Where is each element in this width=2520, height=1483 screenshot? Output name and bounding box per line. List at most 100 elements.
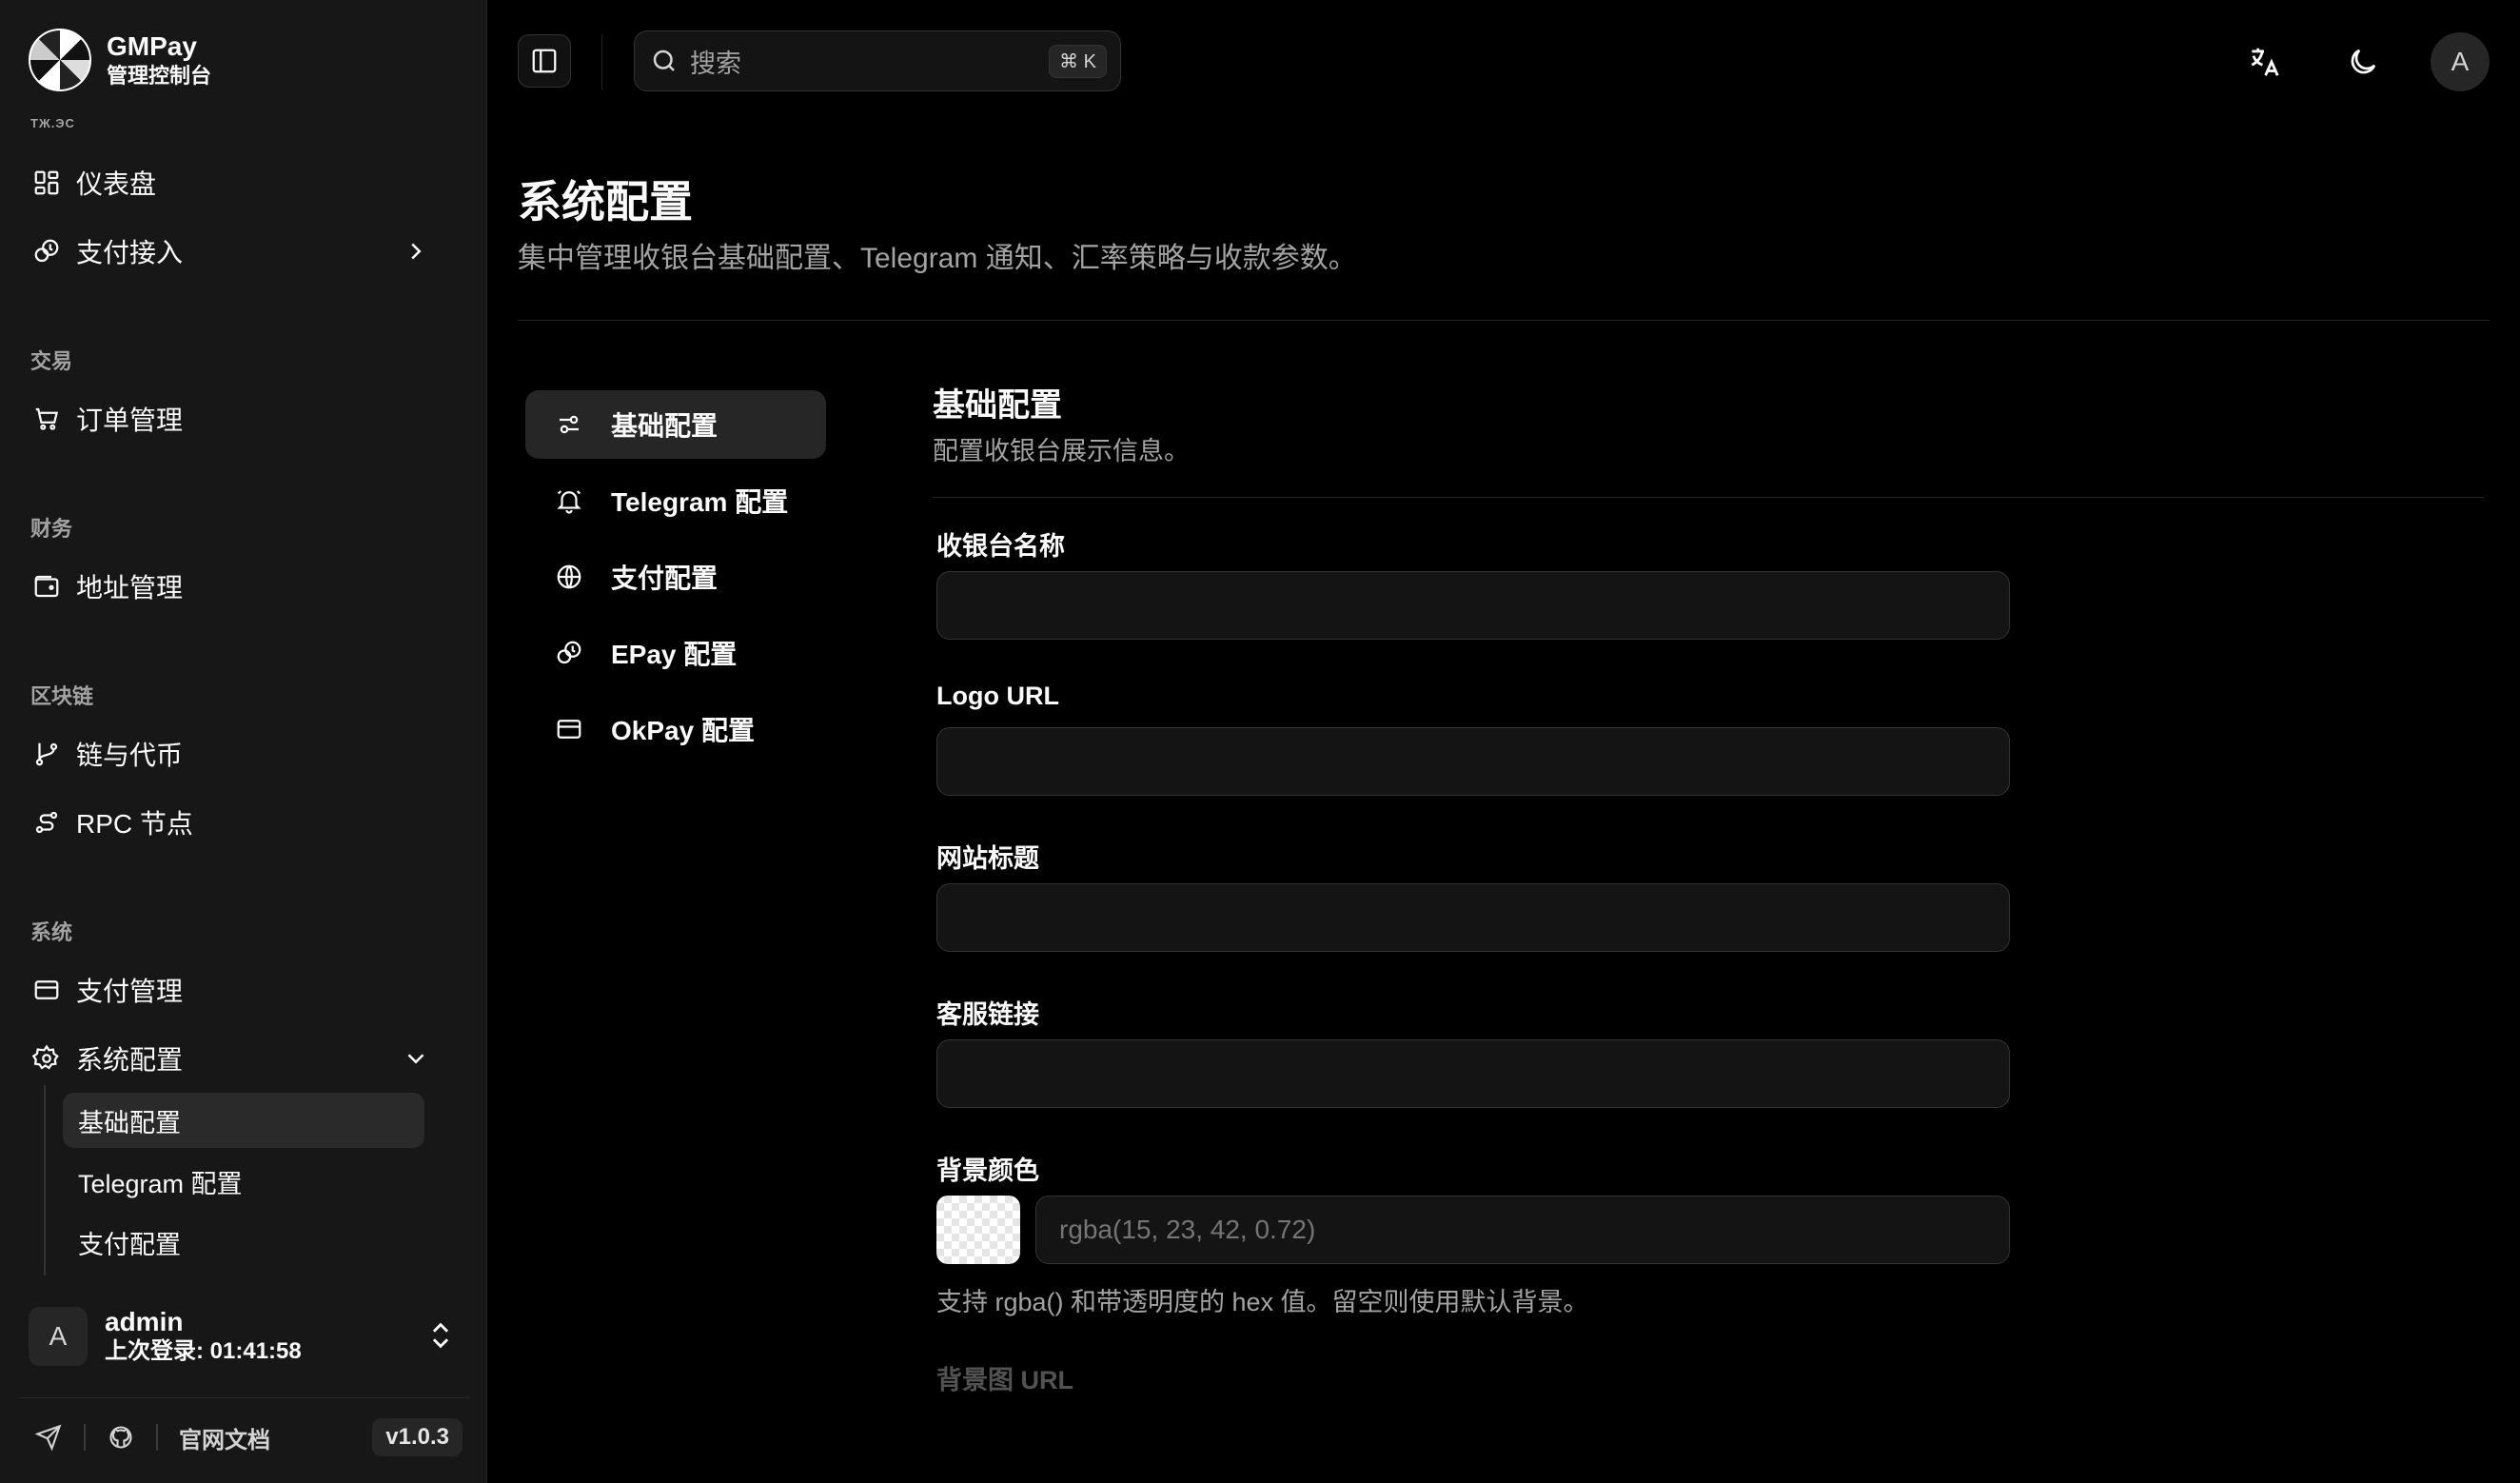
dashboard-icon xyxy=(30,167,63,199)
gear-icon xyxy=(30,1042,63,1075)
support-link-input[interactable] xyxy=(936,1039,2010,1108)
header-avatar[interactable]: A xyxy=(2431,32,2490,91)
logo-url-input[interactable] xyxy=(936,727,2010,796)
config-tab-label: OkPay 配置 xyxy=(611,716,755,745)
config-tab-payment[interactable]: 支付配置 xyxy=(525,543,826,611)
chevron-right-icon xyxy=(411,243,422,260)
color-swatch[interactable] xyxy=(936,1196,1020,1264)
theme-toggle-button[interactable] xyxy=(2337,36,2389,88)
group-label-trade: 交易 xyxy=(30,349,73,373)
sidebar-item-payment-access[interactable]: 支付接入 xyxy=(27,223,461,280)
page-description: 集中管理收银台基础配置、Telegram 通知、汇率策略与收款参数。 xyxy=(518,243,1357,274)
sidebar-item-label: RPC 节点 xyxy=(76,809,193,839)
bg-color-label: 背景颜色 xyxy=(936,1157,1039,1185)
sidebar-item-rpc[interactable]: RPC 节点 xyxy=(27,794,461,851)
config-tab-basic[interactable]: 基础配置 xyxy=(525,390,826,459)
card-icon xyxy=(30,974,63,1006)
cashier-name-label: 收银台名称 xyxy=(936,532,1065,561)
config-tab-label: Telegram 配置 xyxy=(611,487,789,517)
bg-color-hint: 支持 rgba() 和带透明度的 hex 值。留空则使用默认背景。 xyxy=(936,1288,1589,1316)
config-tab-okpay[interactable]: OkPay 配置 xyxy=(525,695,826,763)
chevrons-up-down-icon xyxy=(432,1322,449,1349)
card-icon xyxy=(554,714,584,744)
group-label-finance: 财务 xyxy=(30,517,73,541)
sidebar-item-dashboard[interactable]: 仪表盘 xyxy=(27,154,461,211)
sidebar-subitem-payment[interactable]: 支付配置 xyxy=(63,1215,424,1270)
cashier-name-input[interactable] xyxy=(936,571,2010,640)
logo-url-label: Logo URL xyxy=(936,682,1059,710)
sidebar-item-label: 订单管理 xyxy=(76,405,184,435)
config-tab-telegram[interactable]: Telegram 配置 xyxy=(525,466,826,535)
site-title-label: 网站标题 xyxy=(936,844,1039,873)
support-link-label: 客服链接 xyxy=(936,1000,1039,1029)
panel-left-icon xyxy=(532,49,557,73)
bell-icon xyxy=(554,485,584,516)
globe-icon xyxy=(554,562,584,592)
bg-image-url-label: 背景图 URL xyxy=(936,1366,1073,1394)
sidebar-item-label: 链与代币 xyxy=(76,741,184,770)
page-title: 系统配置 xyxy=(518,177,693,227)
group-label-system: 系统 xyxy=(30,920,73,944)
sliders-icon xyxy=(554,409,584,440)
sidebar-item-label: 系统配置 xyxy=(76,1045,184,1075)
sidebar-item-addresses[interactable]: 地址管理 xyxy=(27,558,461,615)
page-divider xyxy=(518,320,2490,321)
git-branch-icon xyxy=(30,738,63,770)
user-menu[interactable]: A admin 上次登录: 01:41:58 xyxy=(29,1302,466,1371)
brand[interactable]: GMPay 管理控制台 xyxy=(29,29,211,91)
config-tab-label: EPay 配置 xyxy=(611,640,738,669)
brand-text: GMPay 管理控制台 xyxy=(107,30,211,89)
sidebar: GMPay 管理控制台 TЖ.ЭС 仪表盘 支付接入 交易 订单管理 财务 地址… xyxy=(0,0,487,1483)
docs-link[interactable]: 官网文档 xyxy=(179,1421,270,1454)
sidebar-item-label: 仪表盘 xyxy=(76,169,157,199)
cart-icon xyxy=(30,403,63,435)
footer-divider xyxy=(19,1397,470,1398)
sidebar-item-chains[interactable]: 链与代币 xyxy=(27,725,461,782)
last-login: 上次登录: 01:41:58 xyxy=(105,1338,302,1364)
coins-icon xyxy=(30,235,63,267)
sidebar-item-label: 支付管理 xyxy=(76,977,184,1006)
config-tab-label: 支付配置 xyxy=(611,564,719,593)
user-name: admin xyxy=(105,1307,184,1336)
sidebar-subitem-basic[interactable]: 基础配置 xyxy=(63,1093,424,1148)
chevron-down-icon xyxy=(407,1054,424,1064)
config-tab-label: 基础配置 xyxy=(611,411,719,441)
avatar: A xyxy=(29,1307,88,1366)
language-button[interactable] xyxy=(2238,36,2290,88)
search-placeholder: 搜索 xyxy=(690,49,741,78)
divider xyxy=(156,1424,158,1451)
header-divider xyxy=(601,34,602,89)
search-icon xyxy=(653,49,675,71)
sidebar-footer: 官网文档 v1.0.3 xyxy=(34,1414,463,1460)
send-icon[interactable] xyxy=(34,1423,63,1452)
sidebar-item-label: 地址管理 xyxy=(76,573,184,603)
sidebar-item-orders[interactable]: 订单管理 xyxy=(27,390,461,447)
github-icon[interactable] xyxy=(107,1423,135,1452)
bg-color-input[interactable] xyxy=(1035,1196,2010,1264)
version-badge: v1.0.3 xyxy=(372,1418,463,1456)
section-divider xyxy=(933,497,2484,498)
search-shortcut: ⌘ K xyxy=(1049,44,1107,78)
group-label-blockchain: 区块链 xyxy=(30,684,94,708)
moon-icon xyxy=(2351,49,2376,74)
search-input[interactable]: 搜索 ⌘ K xyxy=(634,30,1121,91)
brand-logo xyxy=(29,29,91,91)
wallet-icon xyxy=(30,570,63,603)
user-meta: admin 上次登录: 01:41:58 xyxy=(105,1307,302,1366)
sidebar-toggle-button[interactable] xyxy=(518,34,571,88)
sidebar-item-label: 支付接入 xyxy=(76,238,184,267)
sidebar-subitem-telegram[interactable]: Telegram 配置 xyxy=(63,1154,424,1209)
section-description: 配置收银台展示信息。 xyxy=(933,437,1190,465)
brand-subtitle: 管理控制台 xyxy=(107,64,212,88)
submenu-rail xyxy=(44,1085,46,1275)
site-title-input[interactable] xyxy=(936,883,2010,952)
sidebar-item-payment-management[interactable]: 支付管理 xyxy=(27,961,461,1018)
clipped-group-label: TЖ.ЭС xyxy=(30,116,75,130)
divider xyxy=(84,1424,86,1451)
coins-icon xyxy=(554,638,584,668)
route-icon xyxy=(30,806,63,839)
sidebar-item-system-config[interactable]: 系统配置 xyxy=(27,1030,461,1087)
brand-name: GMPay xyxy=(107,31,197,61)
translate-icon xyxy=(2251,48,2279,76)
config-tab-epay[interactable]: EPay 配置 xyxy=(525,619,826,687)
